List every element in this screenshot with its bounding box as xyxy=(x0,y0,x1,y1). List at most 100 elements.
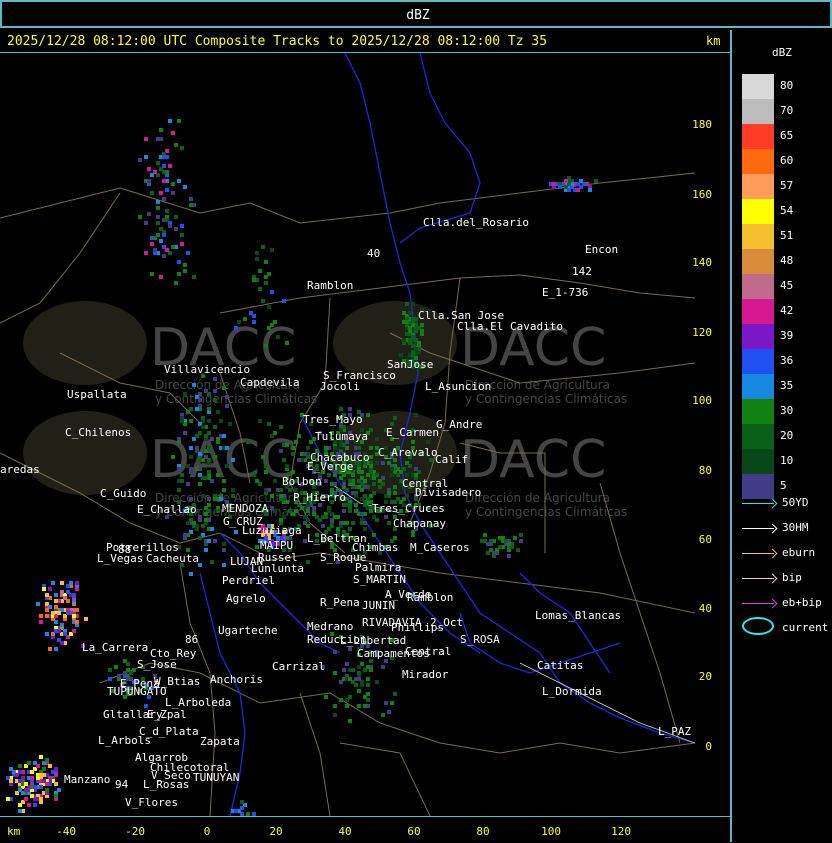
scale-label: 42 xyxy=(780,304,794,317)
y-tick-label: 180 xyxy=(692,118,712,131)
legend-label: bip xyxy=(782,571,802,584)
place-label: Carrizal xyxy=(272,660,325,673)
place-label: E_Carmen xyxy=(386,426,439,439)
place-label: 40 xyxy=(367,247,380,260)
place-label: MENDOZA xyxy=(222,502,269,515)
place-label: E_Challao xyxy=(137,503,197,516)
x-tick-label: -40 xyxy=(56,825,76,838)
scale-swatch xyxy=(742,124,774,149)
place-label: E_Verge xyxy=(307,460,353,473)
scale-swatch xyxy=(742,249,774,274)
radar-map[interactable]: DACC DACC DACC DACC Dirección de Agricul… xyxy=(0,52,696,817)
scale-swatch xyxy=(742,324,774,349)
wm-line1-4: Dirección de Agricultura xyxy=(465,491,610,505)
y-tick-label: 100 xyxy=(692,394,712,407)
scale-swatch xyxy=(742,274,774,299)
scale-label: 20 xyxy=(780,429,794,442)
place-label: 88 xyxy=(118,543,131,556)
place-label: Ramblon xyxy=(407,591,453,604)
place-label: E_1-736 xyxy=(542,286,588,299)
wm-line2-4: y Contingencias Climáticas xyxy=(465,505,627,519)
composite-tracks-header: 2025/12/28 08:12:00 UTC Composite Tracks… xyxy=(7,34,548,49)
scale-swatch xyxy=(742,199,774,224)
legend-panel: dBZ 80 70 65 60 57 54 51 48 45 42 39 36 35 30 20 10 5 50… xyxy=(730,30,832,842)
scale-swatch xyxy=(742,299,774,324)
place-label: Uspallata xyxy=(67,388,127,401)
place-label: S_ROSA xyxy=(460,633,500,646)
place-label: 86 xyxy=(185,633,198,646)
place-label: Manzano xyxy=(64,773,110,786)
radar-map-canvas: DACC DACC DACC DACC Dirección de Agricul… xyxy=(0,52,696,817)
place-label: Lomas_Blancas xyxy=(535,609,621,622)
x-tick-label: 40 xyxy=(338,825,352,838)
place-label: 94 xyxy=(115,778,129,791)
scale-label: 60 xyxy=(780,154,794,167)
place-label: Cacheuta xyxy=(146,552,199,565)
y-tick-label: 160 xyxy=(692,188,712,201)
place-label: Encon xyxy=(585,243,618,256)
place-label: TUPUNGATO xyxy=(107,685,167,698)
scale-label: 65 xyxy=(780,129,794,142)
x-tick-label: 0 xyxy=(203,825,211,838)
place-label: Catitas xyxy=(537,659,583,672)
arrow-icon xyxy=(742,578,774,579)
arrow-icon xyxy=(742,503,774,504)
x-tick-label: 60 xyxy=(407,825,421,838)
place-label: L_Asuncion xyxy=(425,380,491,393)
legend-item: 30HM xyxy=(740,521,830,537)
place-label: Tres_Cruces xyxy=(372,502,445,515)
place-label: La_Carrera xyxy=(82,641,148,654)
scale-swatch xyxy=(742,374,774,399)
x-axis-unit: km xyxy=(7,825,21,838)
y-tick-label: 60 xyxy=(698,533,712,546)
scale-swatch xyxy=(742,399,774,424)
scale-label: 5 xyxy=(780,479,787,492)
place-label: Jocoli xyxy=(320,380,360,393)
place-label: TUNUYAN xyxy=(193,771,239,784)
wm-line2-1: y Contingencias Climáticas xyxy=(155,392,317,406)
scale-label: 57 xyxy=(780,179,794,192)
x-tick-label: 80 xyxy=(476,825,490,838)
legend-label: current xyxy=(782,621,829,634)
place-label: Calif xyxy=(435,453,468,466)
place-label: C_Chilenos xyxy=(65,426,131,439)
x-tick-label: -20 xyxy=(125,825,145,838)
header-bar: 2025/12/28 08:12:00 UTC Composite Tracks… xyxy=(0,30,730,53)
place-label: C_Guido xyxy=(100,487,146,500)
place-label: L_Dormida xyxy=(542,685,602,698)
place-label: Bolbon xyxy=(282,475,322,488)
place-label: Tres_Mayo xyxy=(303,413,363,426)
place-label: Tulumaya xyxy=(315,430,368,443)
scale-label: 39 xyxy=(780,329,794,342)
scale-swatch xyxy=(742,74,774,99)
place-label: SanJose xyxy=(387,358,433,371)
arrow-icon xyxy=(742,553,774,554)
place-label: 142 xyxy=(572,265,592,278)
y-tick-label: 80 xyxy=(698,464,712,477)
x-tick-label: 20 xyxy=(269,825,283,838)
scale-label: 70 xyxy=(780,104,794,117)
place-label: Ugarteche xyxy=(218,624,278,637)
current-ellipse-icon xyxy=(742,617,774,635)
scale-swatch xyxy=(742,349,774,374)
scale-label: 30 xyxy=(780,404,794,417)
y-tick-label: 20 xyxy=(698,670,712,683)
place-label: Zapata xyxy=(200,735,240,748)
place-label: Anchoris xyxy=(210,673,263,686)
legend-label: 50YD xyxy=(782,496,809,509)
scale-title: dBZ xyxy=(772,46,792,59)
place-label: Clla.del_Rosario xyxy=(423,216,529,229)
y-tick-label: 140 xyxy=(692,256,712,269)
place-label: Luzuriaga xyxy=(242,524,302,537)
place-label: G_Andre xyxy=(436,418,482,431)
place-label: aredas xyxy=(0,463,40,476)
scale-label: 45 xyxy=(780,279,794,292)
place-label: Medrano xyxy=(307,620,353,633)
place-label: Phillips xyxy=(391,621,444,634)
legend-item: eb+bip xyxy=(740,596,830,612)
scale-label: 80 xyxy=(780,79,794,92)
scale-swatch xyxy=(742,449,774,474)
y-tick-label: 120 xyxy=(692,326,712,339)
scale-label: 54 xyxy=(780,204,794,217)
legend-label: 30HM xyxy=(782,521,809,534)
